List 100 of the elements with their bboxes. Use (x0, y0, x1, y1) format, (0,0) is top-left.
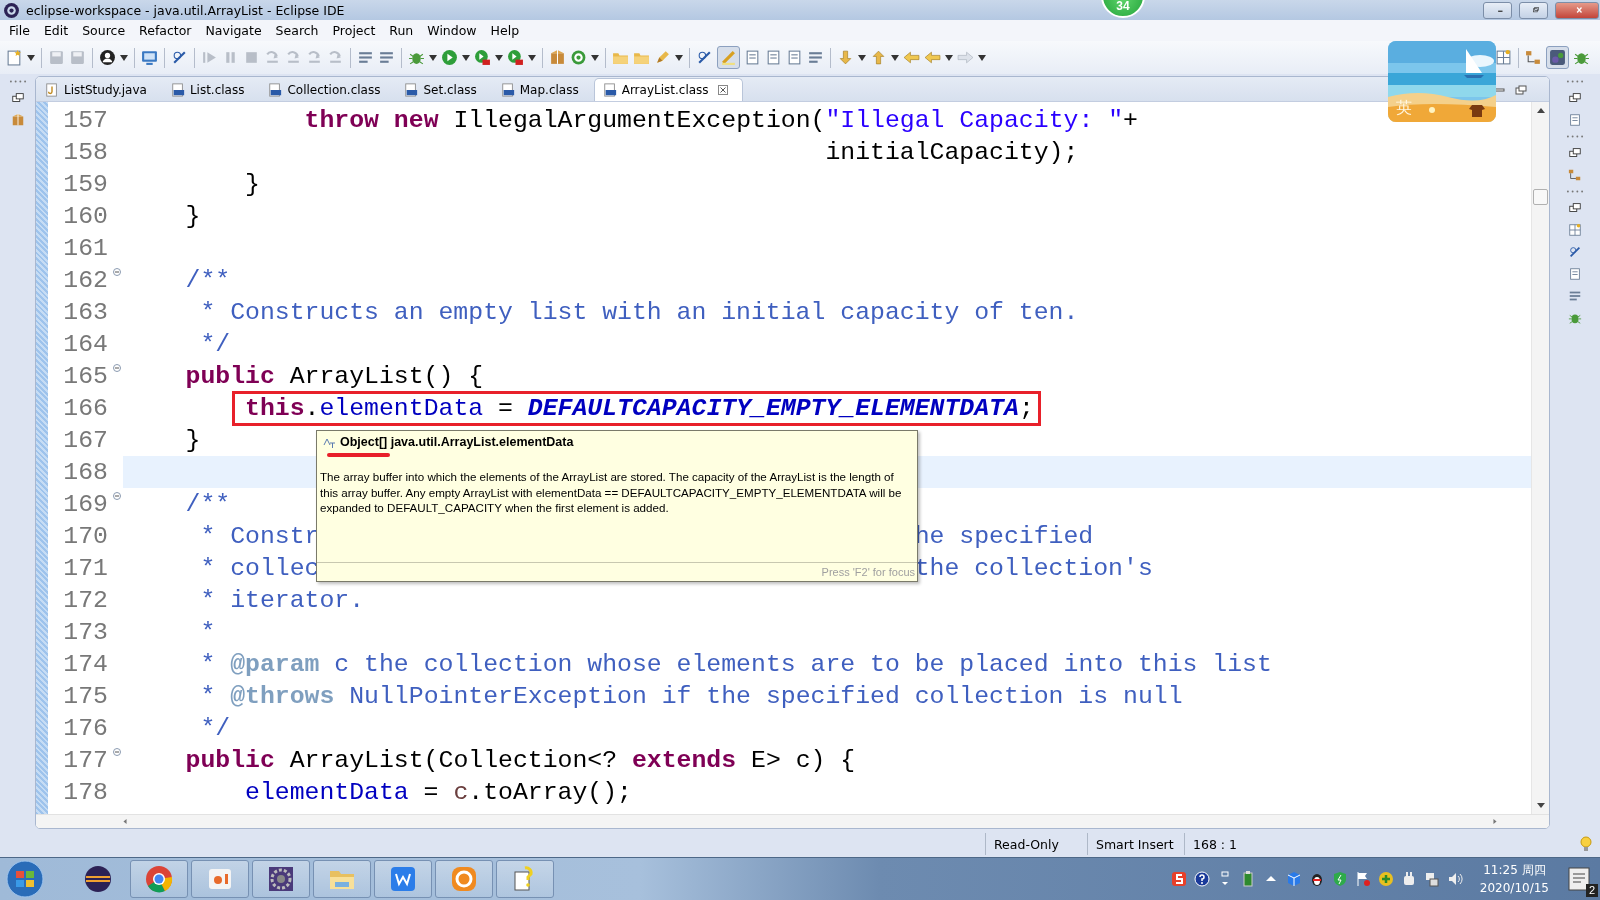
page-icon[interactable] (1568, 267, 1582, 281)
package-icon[interactable] (549, 49, 566, 66)
perspective-icon[interactable] (1546, 46, 1569, 69)
start-button[interactable] (6, 860, 44, 898)
menu-item[interactable]: Edit (36, 23, 76, 38)
class-file-icon (268, 83, 283, 97)
clock-date[interactable]: 2020/10/15 (1479, 879, 1549, 897)
maximize-icon[interactable] (1515, 85, 1527, 95)
list-icon[interactable] (378, 49, 395, 66)
menu-item[interactable]: Run (382, 23, 421, 38)
line-number: 160 (62, 202, 109, 230)
list-icon[interactable] (357, 49, 374, 66)
shield-icon[interactable] (1331, 871, 1348, 887)
horizontal-scrollbar[interactable] (36, 814, 1549, 828)
clock-time[interactable]: 11:25 周四 (1483, 861, 1546, 879)
editor-tab[interactable]: ArrayList.class (593, 78, 743, 101)
grip-icon[interactable] (1566, 80, 1584, 83)
pin-icon[interactable] (696, 49, 713, 66)
editor-tab[interactable]: Set.class (395, 78, 492, 101)
code-line: */ (199, 330, 231, 358)
scroll-up-icon[interactable] (1536, 108, 1545, 113)
page-icon[interactable] (1568, 113, 1582, 127)
user-icon[interactable] (99, 49, 116, 66)
taskbar-button[interactable] (435, 860, 493, 898)
caret-icon[interactable] (429, 54, 437, 61)
caret-icon[interactable] (495, 54, 503, 61)
caret-icon[interactable] (858, 54, 866, 61)
editor-tab[interactable]: Map.class (491, 78, 594, 101)
taskbar-button[interactable] (252, 860, 310, 898)
code-line: * @param c the collection whose elements are to be placed into this list (199, 650, 1272, 678)
cube-icon[interactable] (1285, 871, 1302, 887)
scroll-down-icon[interactable] (1536, 803, 1545, 808)
menu-item[interactable]: Refactor (132, 23, 199, 38)
code-line: } (244, 170, 260, 198)
line-number: 176 (62, 714, 109, 742)
hierarchy-icon[interactable] (1568, 168, 1582, 182)
speaker-icon[interactable] (1446, 871, 1463, 887)
grid-icon[interactable] (1568, 223, 1582, 237)
minimize-button[interactable] (1483, 1, 1512, 19)
close-icon[interactable] (717, 85, 728, 95)
scrollbar-thumb[interactable] (1533, 189, 1548, 205)
restore-icon[interactable] (1568, 91, 1582, 105)
marker-icon[interactable] (717, 46, 740, 69)
caret-icon[interactable] (891, 54, 899, 61)
collapse-icon[interactable] (113, 364, 121, 372)
page-icon[interactable] (744, 49, 761, 66)
caret-icon[interactable] (591, 54, 599, 61)
scroll-right-icon[interactable] (1491, 819, 1499, 824)
pin-icon[interactable] (171, 49, 188, 66)
grip-icon[interactable] (8, 80, 27, 83)
network-icon[interactable] (1423, 871, 1440, 887)
scroll-left-icon[interactable] (121, 819, 129, 824)
vertical-scrollbar[interactable] (1531, 102, 1549, 814)
maximize-button[interactable] (1519, 1, 1548, 19)
close-button[interactable] (1555, 1, 1599, 19)
package-icon[interactable] (10, 113, 25, 127)
caret-icon[interactable] (945, 54, 953, 61)
plus-icon[interactable] (1377, 871, 1394, 887)
caret-icon[interactable] (978, 54, 986, 61)
grip-icon[interactable] (1566, 135, 1584, 138)
caret-icon[interactable] (27, 54, 35, 61)
collapse-icon[interactable] (113, 492, 121, 500)
restore-icon[interactable] (1568, 146, 1582, 160)
editor-tab[interactable]: List.class (161, 78, 260, 101)
flag-icon[interactable] (1354, 871, 1371, 887)
run-icon[interactable] (474, 49, 491, 66)
help-icon[interactable] (1193, 871, 1210, 887)
pin-icon[interactable] (1568, 245, 1582, 259)
menu-item[interactable]: Help (483, 23, 527, 38)
grid-icon[interactable] (1495, 49, 1512, 66)
monitor-icon[interactable] (141, 49, 158, 66)
list-icon[interactable] (807, 49, 824, 66)
class-icon[interactable] (570, 49, 587, 66)
menu-item[interactable]: Navigate (198, 23, 269, 38)
caret-icon[interactable] (120, 54, 128, 61)
collapse-icon[interactable] (113, 268, 121, 276)
minimize-icon[interactable] (1493, 85, 1505, 95)
restore-icon[interactable] (10, 91, 25, 105)
hierarchy-icon[interactable] (1525, 49, 1542, 66)
run-icon[interactable] (507, 49, 524, 66)
menu-item[interactable]: File (2, 23, 37, 38)
page-icon[interactable] (765, 49, 782, 66)
page-icon[interactable] (786, 49, 803, 66)
caret-icon[interactable] (528, 54, 536, 61)
menu-item[interactable]: Project (325, 23, 383, 38)
taskbar-button[interactable] (374, 860, 432, 898)
lightbulb-icon[interactable] (1580, 836, 1592, 852)
caret-icon[interactable] (675, 54, 683, 61)
menu-item[interactable]: Source (75, 23, 133, 38)
input-method-icon[interactable] (1170, 871, 1187, 887)
menu-item[interactable]: Search (268, 23, 326, 38)
restore-icon[interactable] (1568, 201, 1582, 215)
editor-tab[interactable]: ListStudy.java (36, 78, 162, 101)
grip-icon[interactable] (1566, 190, 1584, 193)
editor-tab[interactable]: Collection.class (259, 78, 396, 101)
caret-icon[interactable] (462, 54, 470, 61)
menu-item[interactable]: Window (420, 23, 484, 38)
taskbar-button[interactable] (496, 860, 554, 898)
collapse-icon[interactable] (113, 748, 121, 756)
list-icon[interactable] (1568, 289, 1582, 303)
